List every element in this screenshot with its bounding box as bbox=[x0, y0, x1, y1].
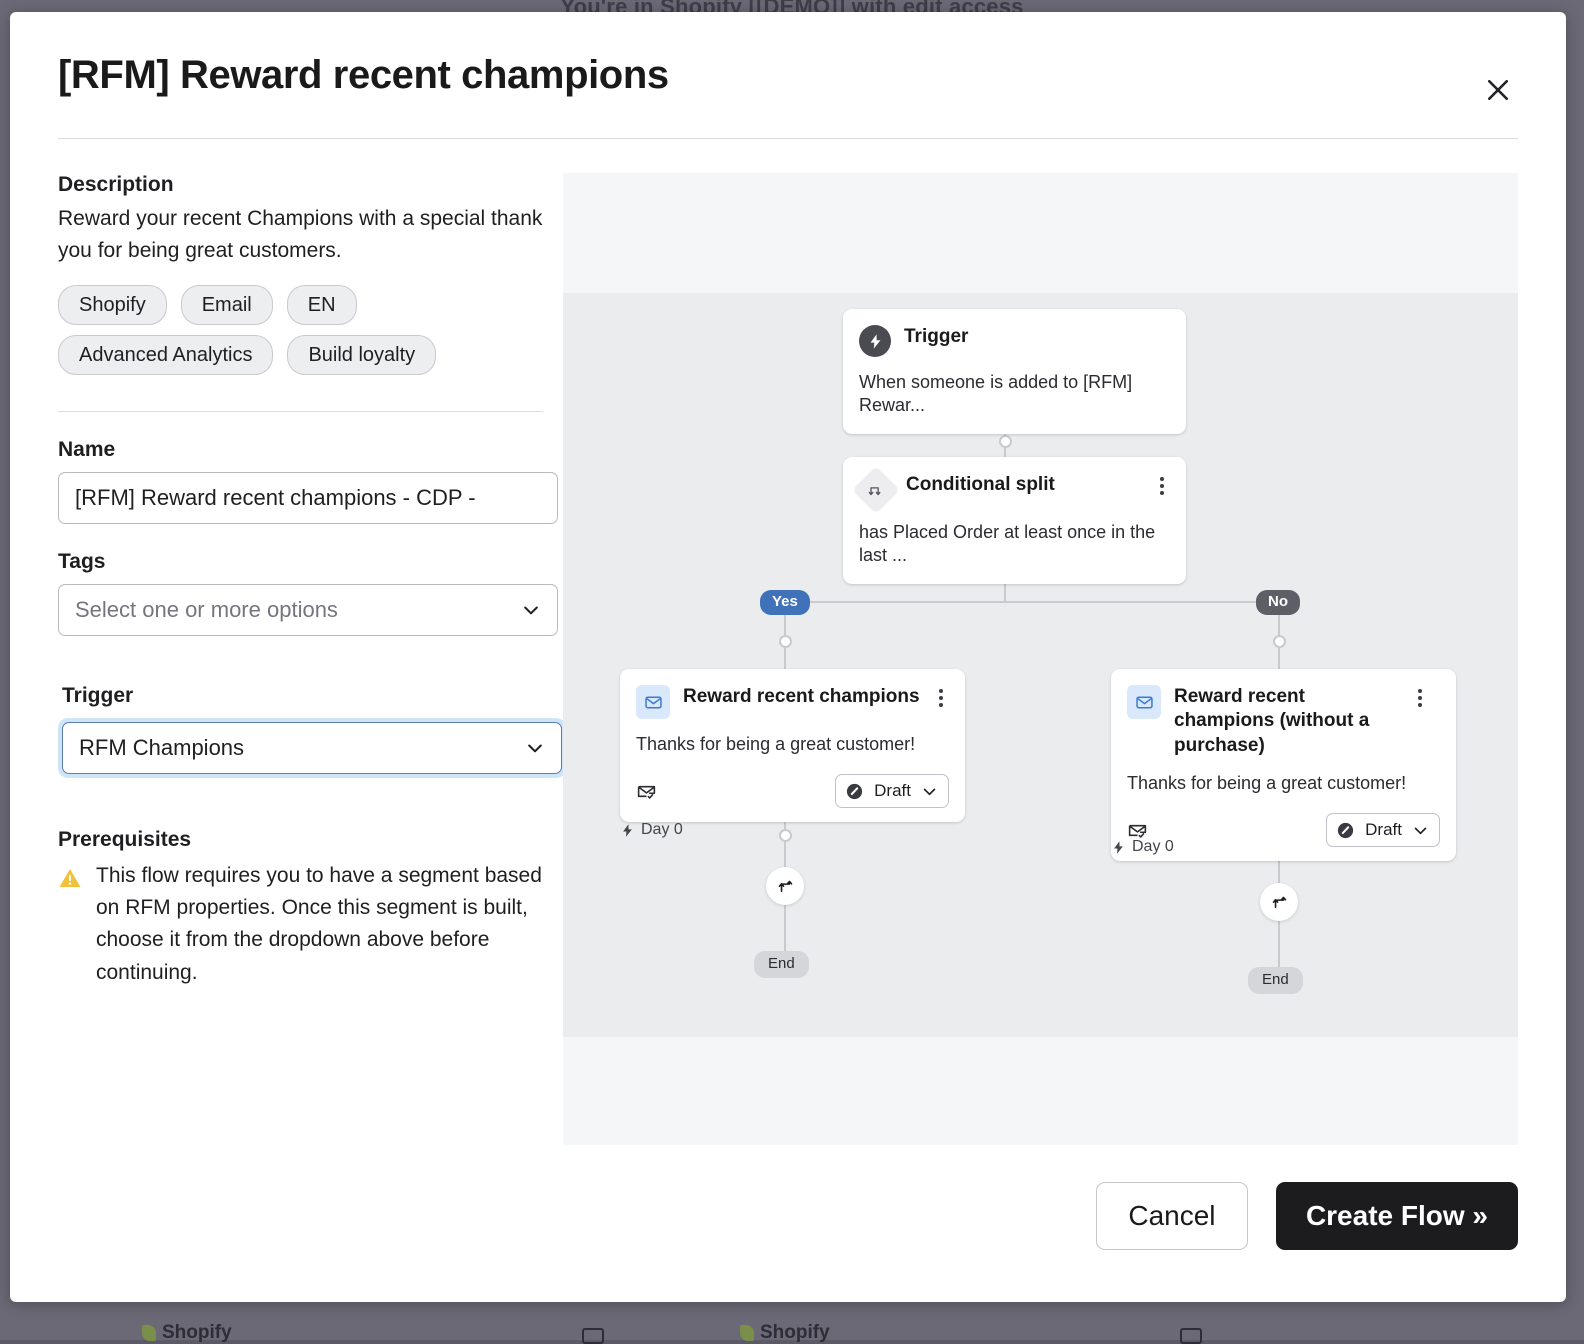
kebab-menu-icon[interactable] bbox=[933, 685, 949, 711]
kebab-menu-icon[interactable] bbox=[1154, 473, 1170, 499]
cancel-button[interactable]: Cancel bbox=[1096, 1182, 1248, 1250]
day-label-text: Day 0 bbox=[1132, 838, 1174, 856]
modal-footer: Cancel Create Flow » bbox=[10, 1160, 1566, 1302]
section-divider bbox=[58, 411, 543, 412]
background-card-row: Shopify Shopify bbox=[0, 1296, 1584, 1340]
trigger-select-focus-ring: RFM Champions bbox=[58, 718, 566, 778]
tag-chip: Build loyalty bbox=[287, 335, 436, 375]
draft-pencil-icon bbox=[845, 782, 864, 801]
envelope-icon bbox=[636, 685, 670, 719]
tags-select[interactable]: Select one or more options bbox=[58, 584, 558, 636]
email-status-select-yes[interactable]: Draft bbox=[835, 774, 949, 808]
flow-node-title: Reward recent champions (without a purch… bbox=[1174, 685, 1399, 758]
envelope-icon bbox=[582, 1328, 604, 1344]
background-shopify-chip: Shopify bbox=[142, 1322, 232, 1344]
trigger-label: Trigger bbox=[62, 684, 543, 708]
edge-split-horizontal bbox=[784, 601, 1279, 603]
repeat-icon-no[interactable] bbox=[1260, 883, 1298, 921]
name-input[interactable]: [RFM] Reward recent champions - CDP - bbox=[58, 472, 558, 524]
shopify-leaf-icon bbox=[142, 1325, 156, 1341]
tag-chip: Shopify bbox=[58, 285, 167, 325]
day-label-text: Day 0 bbox=[641, 821, 683, 839]
email-status-select-no[interactable]: Draft bbox=[1326, 813, 1440, 847]
branch-label-yes: Yes bbox=[760, 590, 810, 615]
modal-header: [RFM] Reward recent champions bbox=[10, 12, 1566, 98]
tag-chip: Email bbox=[181, 285, 273, 325]
trigger-select[interactable]: RFM Champions bbox=[62, 722, 562, 774]
modal-body: Description Reward your recent Champions… bbox=[10, 139, 1566, 1145]
tags-select-value: Select one or more options bbox=[75, 597, 338, 623]
flow-preview-canvas[interactable]: Trigger When someone is added to [RFM] R… bbox=[563, 173, 1518, 1145]
close-icon[interactable] bbox=[1472, 64, 1524, 116]
background-envelope-icon-right bbox=[1180, 1328, 1202, 1344]
flow-node-subtitle: has Placed Order at least once in the la… bbox=[843, 507, 1186, 584]
edge-handle bbox=[1273, 635, 1286, 648]
tags-field-group: Tags Select one or more options bbox=[58, 550, 543, 636]
flow-node-title: Conditional split bbox=[906, 473, 1141, 497]
lightning-bolt-icon bbox=[1111, 840, 1126, 855]
lightning-bolt-icon bbox=[859, 325, 891, 357]
flow-node-title: Trigger bbox=[904, 325, 1170, 349]
flow-node-subtitle: When someone is added to [RFM] Rewar... bbox=[843, 357, 1186, 434]
chevron-down-icon bbox=[525, 738, 545, 758]
warning-triangle-icon bbox=[58, 866, 82, 890]
prerequisites-label: Prerequisites bbox=[58, 828, 543, 852]
prerequisites-group: Prerequisites This flow requires you to … bbox=[58, 828, 543, 989]
name-field-group: Name [RFM] Reward recent champions - CDP… bbox=[58, 438, 543, 524]
description-text: Reward your recent Champions with a spec… bbox=[58, 203, 543, 267]
trigger-select-value: RFM Champions bbox=[79, 735, 244, 761]
flow-node-trigger[interactable]: Trigger When someone is added to [RFM] R… bbox=[843, 309, 1186, 434]
envelope-icon bbox=[1127, 685, 1161, 719]
name-label: Name bbox=[58, 438, 543, 462]
prerequisites-text: This flow requires you to have a segment… bbox=[96, 860, 543, 989]
flow-node-conditional-split[interactable]: Conditional split has Placed Order at le… bbox=[843, 457, 1186, 584]
branch-label-no: No bbox=[1256, 590, 1300, 615]
create-flow-modal: [RFM] Reward recent champions Descriptio… bbox=[10, 12, 1566, 1302]
chevron-down-icon bbox=[1412, 822, 1429, 839]
flow-node-subtitle: Thanks for being a great customer! bbox=[1111, 758, 1456, 811]
chevron-down-icon bbox=[521, 600, 541, 620]
background-envelope-icon-left bbox=[582, 1328, 604, 1344]
page-title: [RFM] Reward recent champions bbox=[58, 52, 1518, 98]
day-label-no: Day 0 bbox=[1111, 838, 1174, 856]
envelope-icon bbox=[1180, 1328, 1202, 1344]
background-shopify-label-2: Shopify bbox=[760, 1322, 830, 1344]
tag-chip: Advanced Analytics bbox=[58, 335, 273, 375]
create-flow-button[interactable]: Create Flow » bbox=[1276, 1182, 1518, 1250]
flow-node-title: Reward recent champions bbox=[683, 685, 920, 709]
chevron-down-icon bbox=[921, 783, 938, 800]
email-status-value-no: Draft bbox=[1365, 820, 1402, 840]
flow-graph: Trigger When someone is added to [RFM] R… bbox=[563, 173, 1518, 1145]
tag-list: Shopify Email EN Advanced Analytics Buil… bbox=[58, 285, 528, 375]
end-pill-no: End bbox=[1248, 967, 1303, 994]
edge-handle bbox=[779, 829, 792, 842]
email-check-icon bbox=[636, 781, 657, 802]
flow-node-email-yes[interactable]: Reward recent champions Thanks for being… bbox=[620, 669, 965, 822]
draft-pencil-icon bbox=[1336, 821, 1355, 840]
email-status-value-yes: Draft bbox=[874, 781, 911, 801]
kebab-menu-icon[interactable] bbox=[1412, 685, 1428, 711]
flow-node-subtitle: Thanks for being a great customer! bbox=[620, 719, 965, 772]
description-label: Description bbox=[58, 173, 543, 197]
day-label-yes: Day 0 bbox=[620, 821, 683, 839]
shopify-leaf-icon bbox=[740, 1325, 754, 1341]
tag-chip: EN bbox=[287, 285, 357, 325]
trigger-field-group: Trigger RFM Champions bbox=[58, 684, 543, 778]
flow-node-email-no[interactable]: Reward recent champions (without a purch… bbox=[1111, 669, 1456, 861]
background-shopify-chip-2: Shopify bbox=[740, 1322, 830, 1344]
end-pill-yes: End bbox=[754, 951, 809, 978]
edge-handle bbox=[779, 635, 792, 648]
repeat-icon-yes[interactable] bbox=[766, 867, 804, 905]
edge-handle bbox=[999, 435, 1012, 448]
lightning-bolt-icon bbox=[620, 823, 635, 838]
details-panel: Description Reward your recent Champions… bbox=[58, 173, 563, 1145]
tags-label: Tags bbox=[58, 550, 543, 574]
background-shopify-label: Shopify bbox=[162, 1322, 232, 1344]
